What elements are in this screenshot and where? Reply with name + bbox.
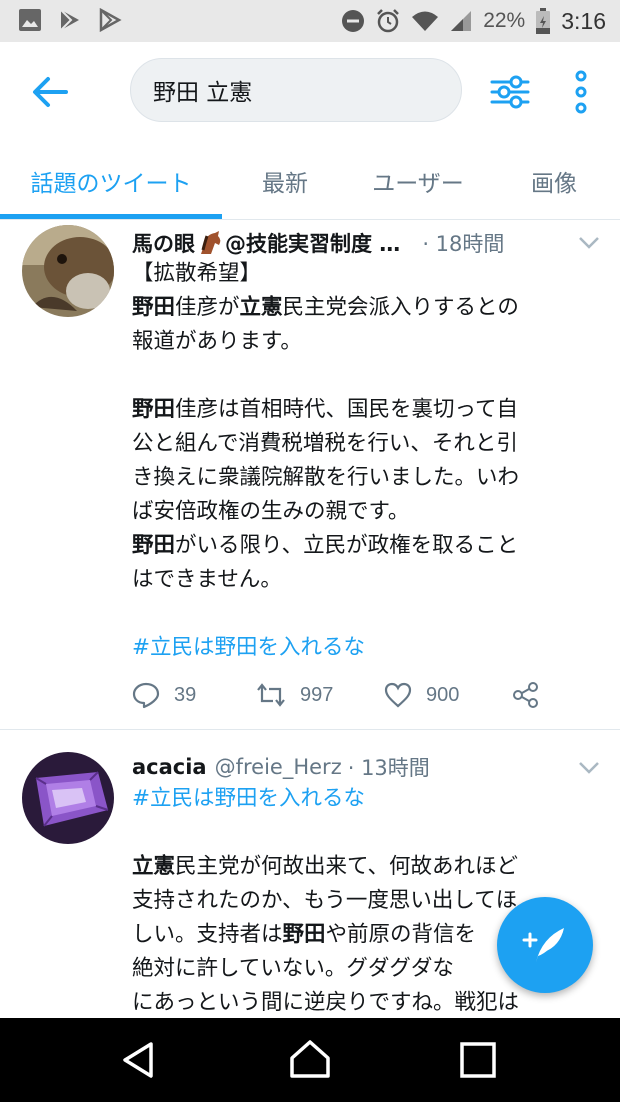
clock: 3:16 bbox=[561, 7, 606, 34]
status-bar: 22% 3:16 bbox=[0, 0, 620, 42]
tweet-line bbox=[132, 816, 602, 850]
chevron-down-icon[interactable] bbox=[578, 761, 600, 775]
signal-icon bbox=[451, 11, 472, 31]
search-header: 野田 立憲 bbox=[0, 42, 620, 142]
hashtag-link[interactable]: #立民は野田を入れるな bbox=[132, 631, 602, 665]
display-name[interactable]: acacia bbox=[132, 755, 207, 779]
share-button[interactable] bbox=[512, 675, 540, 715]
play-store-icon bbox=[99, 8, 122, 32]
compose-feather-icon bbox=[522, 928, 564, 962]
user-handle[interactable]: @freie_Herz bbox=[215, 755, 342, 779]
back-arrow-icon[interactable] bbox=[28, 70, 72, 114]
avatar[interactable] bbox=[22, 225, 114, 317]
avatar[interactable] bbox=[22, 752, 114, 844]
tab-latest[interactable]: 最新 bbox=[222, 142, 348, 220]
reply-icon bbox=[132, 682, 160, 709]
search-query: 野田 立憲 bbox=[153, 80, 253, 106]
search-input[interactable]: 野田 立憲 bbox=[130, 58, 462, 122]
nav-home-icon[interactable] bbox=[288, 1038, 332, 1082]
tab-images[interactable]: 画像 bbox=[488, 142, 620, 220]
tab-top-tweets[interactable]: 話題のツイート bbox=[0, 142, 222, 220]
display-name-suffix[interactable]: @技能実習制度 … bbox=[225, 228, 400, 258]
do-not-disturb-icon bbox=[342, 10, 365, 32]
retweet-icon bbox=[257, 683, 285, 707]
display-name[interactable]: 馬の眼 bbox=[132, 228, 195, 258]
tab-users[interactable]: ユーザー bbox=[348, 142, 488, 220]
tweet-line: 立憲民主党が何故出来て、何故あれほど bbox=[132, 854, 518, 879]
battery-icon bbox=[536, 8, 551, 34]
alarm-icon bbox=[377, 9, 400, 33]
tweet-text: 【拡散希望】 野田佳彦が立憲民主党会派入りするとの 報道があります。 野田佳彦は… bbox=[132, 257, 602, 665]
retweet-button[interactable]: 997 bbox=[256, 675, 333, 715]
tweet-time: · 13時間 bbox=[347, 756, 430, 780]
tweet-line bbox=[132, 597, 602, 631]
hashtag-link[interactable]: #立民は野田を入れるな bbox=[132, 782, 602, 816]
tweet-actions: 39 997 900 bbox=[132, 675, 552, 715]
tweet[interactable]: 馬の眼 @技能実習制度 … · 18時間 【拡散希望】 野田佳彦が立憲民主党会派… bbox=[0, 221, 620, 729]
reply-button[interactable]: 39 bbox=[132, 675, 196, 715]
battery-percent: 22% bbox=[483, 9, 526, 32]
retweet-count: 997 bbox=[300, 683, 334, 706]
tweet-time: · 18時間 bbox=[422, 232, 505, 256]
tweet-line: 報道があります。 bbox=[132, 329, 302, 354]
share-icon bbox=[513, 682, 538, 708]
tweet-line: 野田佳彦は首相時代、国民を裏切って自 bbox=[132, 397, 518, 422]
system-nav-bar bbox=[0, 1018, 620, 1102]
chevron-down-icon[interactable] bbox=[578, 236, 600, 250]
horse-emoji-icon bbox=[201, 231, 221, 254]
active-tab-indicator bbox=[0, 214, 222, 219]
tweet-line bbox=[132, 359, 602, 393]
tweet-line: 野田佳彦が立憲民主党会派入りするとの bbox=[132, 295, 519, 320]
tweet-header: 馬の眼 @技能実習制度 … · 18時間 bbox=[132, 226, 590, 260]
tweet-line: き換えに衆議院解散を行いました。いわ bbox=[132, 465, 520, 490]
tweet-divider bbox=[0, 729, 620, 730]
more-options-icon[interactable] bbox=[566, 68, 596, 116]
reply-count: 39 bbox=[174, 683, 197, 706]
compose-tweet-button[interactable] bbox=[497, 897, 593, 993]
nav-back-icon[interactable] bbox=[117, 1038, 161, 1082]
nav-recents-icon[interactable] bbox=[456, 1038, 500, 1082]
tweet-line: はできません。 bbox=[132, 567, 282, 592]
tweet-header: acacia @freie_Herz · 13時間 bbox=[132, 750, 590, 784]
tweet-line: 公と組んで消費税増税を行い、それと引 bbox=[132, 431, 518, 456]
tweet-line: ば安倍政権の生みの親です。 bbox=[132, 499, 410, 524]
play-store-icon bbox=[60, 9, 79, 31]
tweet-line: 【拡散希望】 bbox=[132, 261, 262, 286]
search-tabs: 話題のツイート 最新 ユーザー 画像 bbox=[0, 142, 620, 220]
like-button[interactable]: 900 bbox=[384, 675, 459, 715]
gallery-icon bbox=[19, 9, 41, 31]
search-filter-icon[interactable] bbox=[488, 70, 532, 114]
tweet-line: 野田がいる限り、立民が政権を取ること bbox=[132, 533, 519, 558]
heart-icon bbox=[384, 682, 412, 708]
wifi-icon bbox=[412, 11, 439, 31]
like-count: 900 bbox=[426, 683, 460, 706]
